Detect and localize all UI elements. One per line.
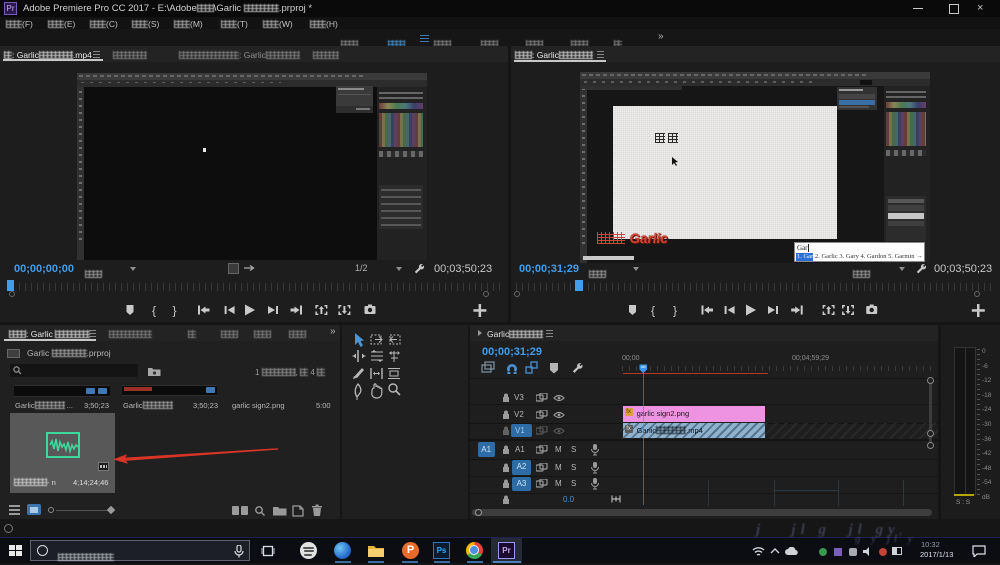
svg-text:}: }	[173, 304, 177, 318]
svg-text:{: {	[152, 304, 156, 318]
svg-text:{: {	[651, 304, 655, 318]
svg-text:}: }	[673, 304, 677, 318]
